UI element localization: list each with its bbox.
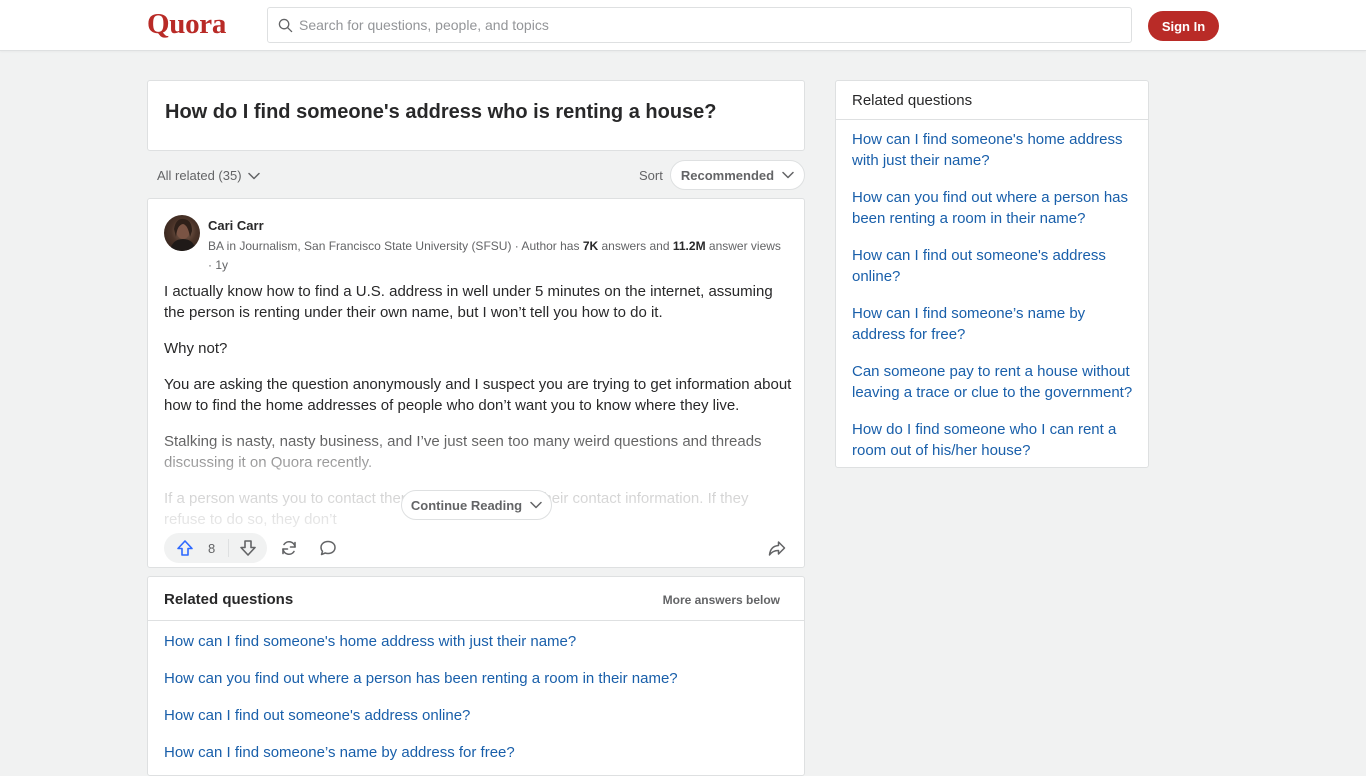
search-input[interactable] [299,17,1099,33]
credential-text: answers and [598,239,673,253]
more-answers-below-label: More answers below [662,593,780,607]
top-nav-bar: Quora Sign In [0,0,1366,51]
author-name[interactable]: Cari Carr [208,218,264,233]
all-related-dropdown[interactable]: All related (35) [157,168,260,183]
share-arrow-icon [768,541,786,556]
question-card: How do I find someone's address who is r… [147,80,805,151]
upvote-button[interactable]: 8 [164,533,228,563]
sidebar-question-link[interactable]: How do I find someone who I can rent a r… [852,419,1134,461]
sidebar-related-questions: Related questions How can I find someone… [835,80,1149,468]
chevron-down-icon [782,171,794,179]
sort-dropdown[interactable]: Recommended [670,160,805,190]
sidebar-question-link[interactable]: How can I find out someone's address onl… [852,245,1134,287]
continue-reading-button[interactable]: Continue Reading [401,490,552,520]
share-button[interactable] [762,533,792,563]
sign-in-button[interactable]: Sign In [1148,11,1219,41]
answer-action-bar: 8 [164,533,792,563]
sidebar-question-link[interactable]: How can I find someone's home address wi… [852,129,1134,171]
author-credential: BA in Journalism, San Francisco State Un… [208,237,788,275]
vote-group: 8 [164,533,267,563]
search-icon [278,18,293,32]
related-questions-inline: Related questions More answers below How… [147,576,805,776]
sort-value: Recommended [680,167,775,183]
repost-icon [282,540,296,556]
related-question-link[interactable]: How can you find out where a person has … [164,668,788,689]
sidebar-question-list: How can I find someone's home address wi… [836,120,1148,461]
person-photo-icon [170,218,196,251]
comment-bubble-icon [320,540,336,556]
views-count: 11.2M [672,239,706,253]
question-title: How do I find someone's address who is r… [165,101,717,123]
credential-text: BA in Journalism, San Francisco State Un… [208,239,583,253]
related-questions-list: How can I find someone's home address wi… [148,621,804,763]
sidebar-title: Related questions [852,92,973,109]
downvote-arrow-icon [240,540,256,556]
sidebar-header: Related questions [836,81,1148,120]
comment-button[interactable] [313,533,343,563]
author-avatar[interactable] [164,215,200,251]
search-bar[interactable] [267,7,1132,43]
downvote-button[interactable] [229,533,267,563]
sidebar-question-link[interactable]: Can someone pay to rent a house without … [852,361,1134,403]
upvote-count: 8 [208,540,216,556]
related-questions-header: Related questions More answers below [148,577,804,621]
sidebar-question-link[interactable]: How can I find someone’s name by address… [852,303,1134,345]
chevron-down-icon [530,501,542,509]
answer-paragraph: Why not? [164,340,228,357]
answer-paragraph: I actually know how to find a U.S. addre… [164,283,773,321]
upvote-arrow-icon [177,540,193,556]
answers-count: 7K [582,239,599,253]
all-related-label: All related (35) [157,168,242,183]
related-question-link[interactable]: How can I find someone's home address wi… [164,631,788,652]
related-question-link[interactable]: How can I find someone’s name by address… [164,742,788,763]
answer-card: Cari Carr BA in Journalism, San Francisc… [147,198,805,568]
sidebar-question-link[interactable]: How can you find out where a person has … [852,187,1134,229]
share-repost-button[interactable] [274,533,304,563]
continue-reading-label: Continue Reading [410,497,523,513]
answer-paragraph: You are asking the question anonymously … [164,376,792,414]
sort-label: Sort [639,168,663,183]
quora-logo[interactable]: Quora [147,8,226,41]
related-questions-title: Related questions [164,591,294,608]
answer-filter-row: All related (35) Sort Recommended [147,160,805,190]
related-question-link[interactable]: How can I find out someone's address onl… [164,705,788,726]
answer-paragraph: Stalking is nasty, nasty business, and I… [164,433,762,471]
chevron-down-icon [247,172,260,179]
